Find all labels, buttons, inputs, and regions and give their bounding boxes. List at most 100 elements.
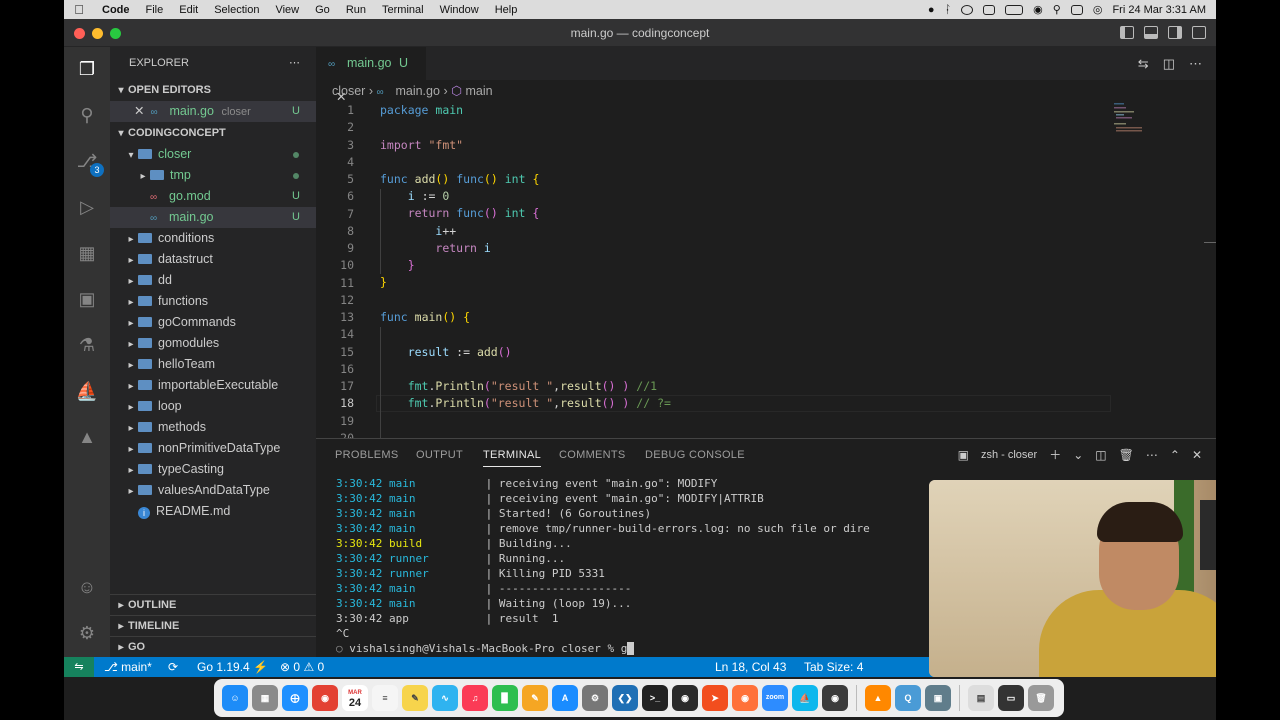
split-terminal-icon[interactable]: ◫ xyxy=(1095,448,1106,462)
tree-item[interactable]: ▸ tmp xyxy=(110,165,316,186)
open-editors-header[interactable]: ▾ OPEN EDITORS xyxy=(110,80,316,101)
code-editor[interactable]: 1 2 3 4 5 6 7 8 9 10 11 12 13 14 15 16 17 18 19 20 package … xyxy=(316,102,1216,438)
terminal-shell-select[interactable]: zsh - closer xyxy=(981,449,1037,461)
tree-item[interactable]: ▸ nonPrimitiveDataType xyxy=(110,438,316,459)
vlc-icon[interactable]: ▲ xyxy=(865,685,891,711)
remote-explorer-icon[interactable]: ▣ xyxy=(75,287,99,311)
menu-view[interactable]: View xyxy=(267,4,307,16)
record-icon[interactable]: ● xyxy=(928,4,935,16)
problems-status[interactable]: ⊗ 0 ⚠ 0 xyxy=(280,660,324,674)
compare-changes-icon[interactable]: ⇆ xyxy=(1138,56,1149,72)
screenshot-app-icon[interactable]: ▣ xyxy=(925,685,951,711)
trash-bin-icon[interactable]: 🗑 xyxy=(1028,685,1054,711)
toggle-sidebar-icon[interactable] xyxy=(1120,26,1134,39)
project-header[interactable]: ▾ CODINGCONCEPT xyxy=(110,123,316,144)
pages-icon[interactable]: ✎ xyxy=(522,685,548,711)
tab-main-go[interactable]: ∞ main.go U ✕ xyxy=(316,47,426,104)
tree-item[interactable]: ▸ helloTeam xyxy=(110,354,316,375)
menu-help[interactable]: Help xyxy=(487,4,526,16)
bluetooth-icon[interactable]: ᛛ xyxy=(945,4,952,16)
tree-item[interactable]: ▸ gomodules xyxy=(110,333,316,354)
branch-status[interactable]: ⎇ main* xyxy=(104,660,152,674)
new-terminal-icon[interactable]: ＋ xyxy=(1049,446,1061,463)
tree-item[interactable]: ▸ conditions xyxy=(110,228,316,249)
breadcrumb-file[interactable]: main.go xyxy=(395,84,439,98)
menu-datetime[interactable]: Fri 24 Mar 3:31 AM xyxy=(1112,4,1206,16)
tree-item[interactable]: ▸ importableExecutable xyxy=(110,375,316,396)
trash-icon[interactable]: 🗑 xyxy=(1119,448,1134,462)
search-icon[interactable]: ⚲ xyxy=(75,103,99,127)
go-header[interactable]: ▸ GO xyxy=(110,636,316,657)
settings-gear-icon[interactable]: ⚙ xyxy=(75,621,99,645)
docker-icon[interactable]: ⛵ xyxy=(75,379,99,403)
siri-icon[interactable]: ◎ xyxy=(1093,3,1103,16)
toggle-secondary-sidebar-icon[interactable] xyxy=(1168,26,1182,39)
menu-go[interactable]: Go xyxy=(307,4,338,16)
minimap[interactable] xyxy=(1112,103,1152,133)
sync-icon[interactable]: ⟳ xyxy=(168,660,178,674)
outline-header[interactable]: ▸ OUTLINE xyxy=(110,594,316,615)
terminal-prompt[interactable]: ○ vishalsingh@Vishals-MacBook-Pro closer… xyxy=(336,642,635,657)
tree-item[interactable]: ▸ typeCasting xyxy=(110,459,316,480)
notes-icon[interactable]: ✎ xyxy=(402,685,428,711)
postman-icon[interactable]: ➤ xyxy=(702,685,728,711)
explorer-icon[interactable]: ❐ xyxy=(75,57,99,81)
launchpad-icon[interactable]: ▦ xyxy=(252,685,278,711)
tab-comments[interactable]: COMMENTS xyxy=(559,449,626,461)
cursor-position[interactable]: Ln 18, Col 43 xyxy=(715,660,786,674)
docker-app-icon[interactable]: ⛵ xyxy=(792,685,818,711)
menu-terminal[interactable]: Terminal xyxy=(374,4,432,16)
reminders-icon[interactable]: ≡ xyxy=(372,685,398,711)
user-icon[interactable] xyxy=(961,4,974,15)
control-center-icon[interactable] xyxy=(1070,4,1083,15)
open-editor-item[interactable]: ✕ ∞ main.go closer U xyxy=(110,101,316,122)
go-version-status[interactable]: Go 1.19.4 ⚡ xyxy=(197,660,268,674)
tree-item[interactable]: ▸ goCommands xyxy=(110,312,316,333)
app-store-icon[interactable]: A xyxy=(552,685,578,711)
zoom-icon[interactable]: zoom xyxy=(762,685,788,711)
tree-item[interactable]: ∞ go.mod U xyxy=(110,186,316,207)
tab-size[interactable]: Tab Size: 4 xyxy=(804,660,863,674)
customize-layout-icon[interactable] xyxy=(1192,26,1206,39)
toggle-panel-icon[interactable] xyxy=(1144,26,1158,39)
music-icon[interactable]: ♫ xyxy=(462,685,488,711)
run-debug-icon[interactable]: ▷ xyxy=(75,195,99,219)
system-settings-icon[interactable]: ⚙ xyxy=(582,685,608,711)
calendar-icon[interactable]: MAR 24 xyxy=(342,685,368,711)
split-editor-icon[interactable]: ◫ xyxy=(1163,56,1175,72)
close-panel-icon[interactable]: ✕ xyxy=(1192,448,1202,462)
tree-item[interactable]: i README.md xyxy=(110,501,316,522)
close-icon[interactable]: ✕ xyxy=(134,104,144,118)
breadcrumb-symbol[interactable]: main xyxy=(465,84,492,98)
kubernetes-icon[interactable]: ▲ xyxy=(75,425,99,449)
testing-icon[interactable]: ⚗ xyxy=(75,333,99,357)
tree-item[interactable]: ▸ functions xyxy=(110,291,316,312)
menu-selection[interactable]: Selection xyxy=(206,4,267,16)
wifi-icon[interactable]: ◉ xyxy=(1033,3,1043,16)
more-actions-icon[interactable]: ⋯ xyxy=(289,53,300,74)
terminal-app-icon[interactable]: >_ xyxy=(642,685,668,711)
tab-debug-console[interactable]: DEBUG CONSOLE xyxy=(645,449,745,461)
menu-app-name[interactable]: Code xyxy=(94,4,138,16)
document-icon[interactable]: ▤ xyxy=(968,685,994,711)
tab-problems[interactable]: PROBLEMS xyxy=(335,449,399,461)
breadcrumb-folder[interactable]: closer xyxy=(332,84,365,98)
tree-item[interactable]: ▸ methods xyxy=(110,417,316,438)
tree-item[interactable]: ▾ closer xyxy=(110,144,316,165)
timeline-header[interactable]: ▸ TIMELINE xyxy=(110,615,316,636)
accounts-icon[interactable]: ☺ xyxy=(75,575,99,599)
davinci-resolve-icon[interactable]: ◉ xyxy=(822,685,848,711)
numbers-icon[interactable]: ▉ xyxy=(492,685,518,711)
display-icon[interactable] xyxy=(983,4,996,15)
menu-file[interactable]: File xyxy=(138,4,172,16)
remote-indicator-icon[interactable]: ⇋ xyxy=(64,657,94,677)
extensions-icon[interactable]: ▦ xyxy=(75,241,99,265)
finder-icon[interactable]: ☺ xyxy=(222,685,248,711)
menu-window[interactable]: Window xyxy=(432,4,487,16)
battery-icon[interactable] xyxy=(1005,4,1024,15)
safari-icon[interactable]: ⨁ xyxy=(282,685,308,711)
github-desktop-icon[interactable]: ◉ xyxy=(672,685,698,711)
tree-item[interactable]: ∞ main.go U xyxy=(110,207,316,228)
more-actions-icon[interactable]: ⋯ xyxy=(1146,448,1158,462)
menu-edit[interactable]: Edit xyxy=(171,4,206,16)
